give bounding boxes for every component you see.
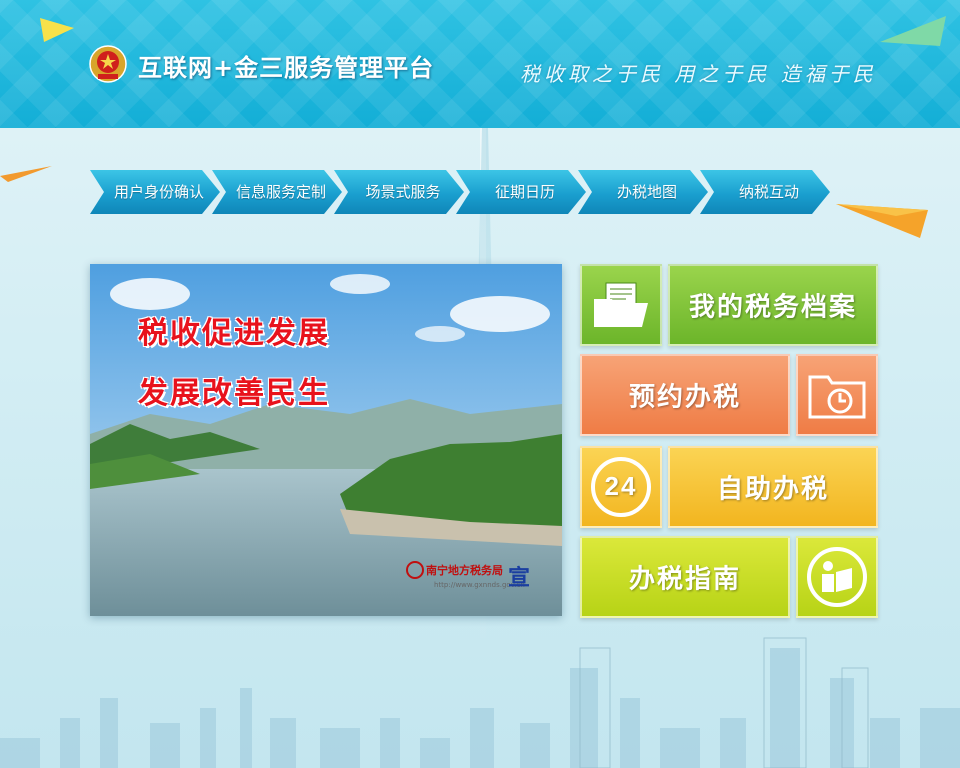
my-tax-archive-button[interactable]: 我的税务档案 bbox=[668, 264, 878, 346]
header-bar: 互联网+金三服务管理平台 税收取之于民 用之于民 造福于民 bbox=[0, 0, 960, 128]
archive-icon-tile[interactable] bbox=[580, 264, 662, 346]
appointment-icon-tile[interactable] bbox=[796, 354, 878, 436]
page-title: 互联网+金三服务管理平台 bbox=[138, 54, 435, 82]
tax-guide-button[interactable]: 办税指南 bbox=[580, 536, 790, 618]
tax-emblem-icon bbox=[89, 45, 127, 83]
reading-person-icon bbox=[807, 547, 867, 607]
decorative-triangle-icon bbox=[0, 166, 52, 182]
nav-item-scenario-service[interactable]: 场景式服务 bbox=[334, 170, 464, 214]
decorative-triangle-icon bbox=[880, 16, 946, 46]
appointment-tax-button[interactable]: 预约办税 bbox=[580, 354, 790, 436]
svg-text:24: 24 bbox=[605, 471, 638, 501]
decorative-triangle-icon bbox=[836, 204, 928, 238]
nav-item-tax-map[interactable]: 办税地图 bbox=[578, 170, 708, 214]
self-service-tax-button[interactable]: 自助办税 bbox=[668, 446, 878, 528]
decorative-triangle-icon bbox=[40, 18, 74, 42]
guide-icon-tile[interactable] bbox=[796, 536, 878, 618]
nav-item-info-service[interactable]: 信息服务定制 bbox=[212, 170, 342, 214]
nav-item-tax-interaction[interactable]: 纳税互动 bbox=[700, 170, 830, 214]
folder-clock-icon bbox=[808, 375, 866, 419]
nav-item-tax-calendar[interactable]: 征期日历 bbox=[456, 170, 586, 214]
nav-item-identity[interactable]: 用户身份确认 bbox=[90, 170, 220, 214]
24-hours-icon: 24 bbox=[591, 457, 651, 517]
promo-banner[interactable]: 税收促进发展 发展改善民生 南宁地方税务局 http://www.gxnnds.… bbox=[90, 264, 562, 616]
bureau-mark: 宣 bbox=[508, 566, 531, 591]
folder-document-icon bbox=[594, 282, 648, 327]
header-slogan: 税收取之于民 用之于民 造福于民 bbox=[520, 62, 877, 86]
bureau-logo-icon bbox=[406, 561, 424, 579]
city-skyline-decoration bbox=[0, 637, 960, 768]
self-service-icon-tile[interactable]: 24 bbox=[580, 446, 662, 528]
banner-headline-2: 发展改善民生 bbox=[138, 376, 330, 411]
bureau-name: 南宁地方税务局 bbox=[426, 564, 503, 577]
banner-headline-1: 税收促进发展 bbox=[138, 316, 330, 351]
